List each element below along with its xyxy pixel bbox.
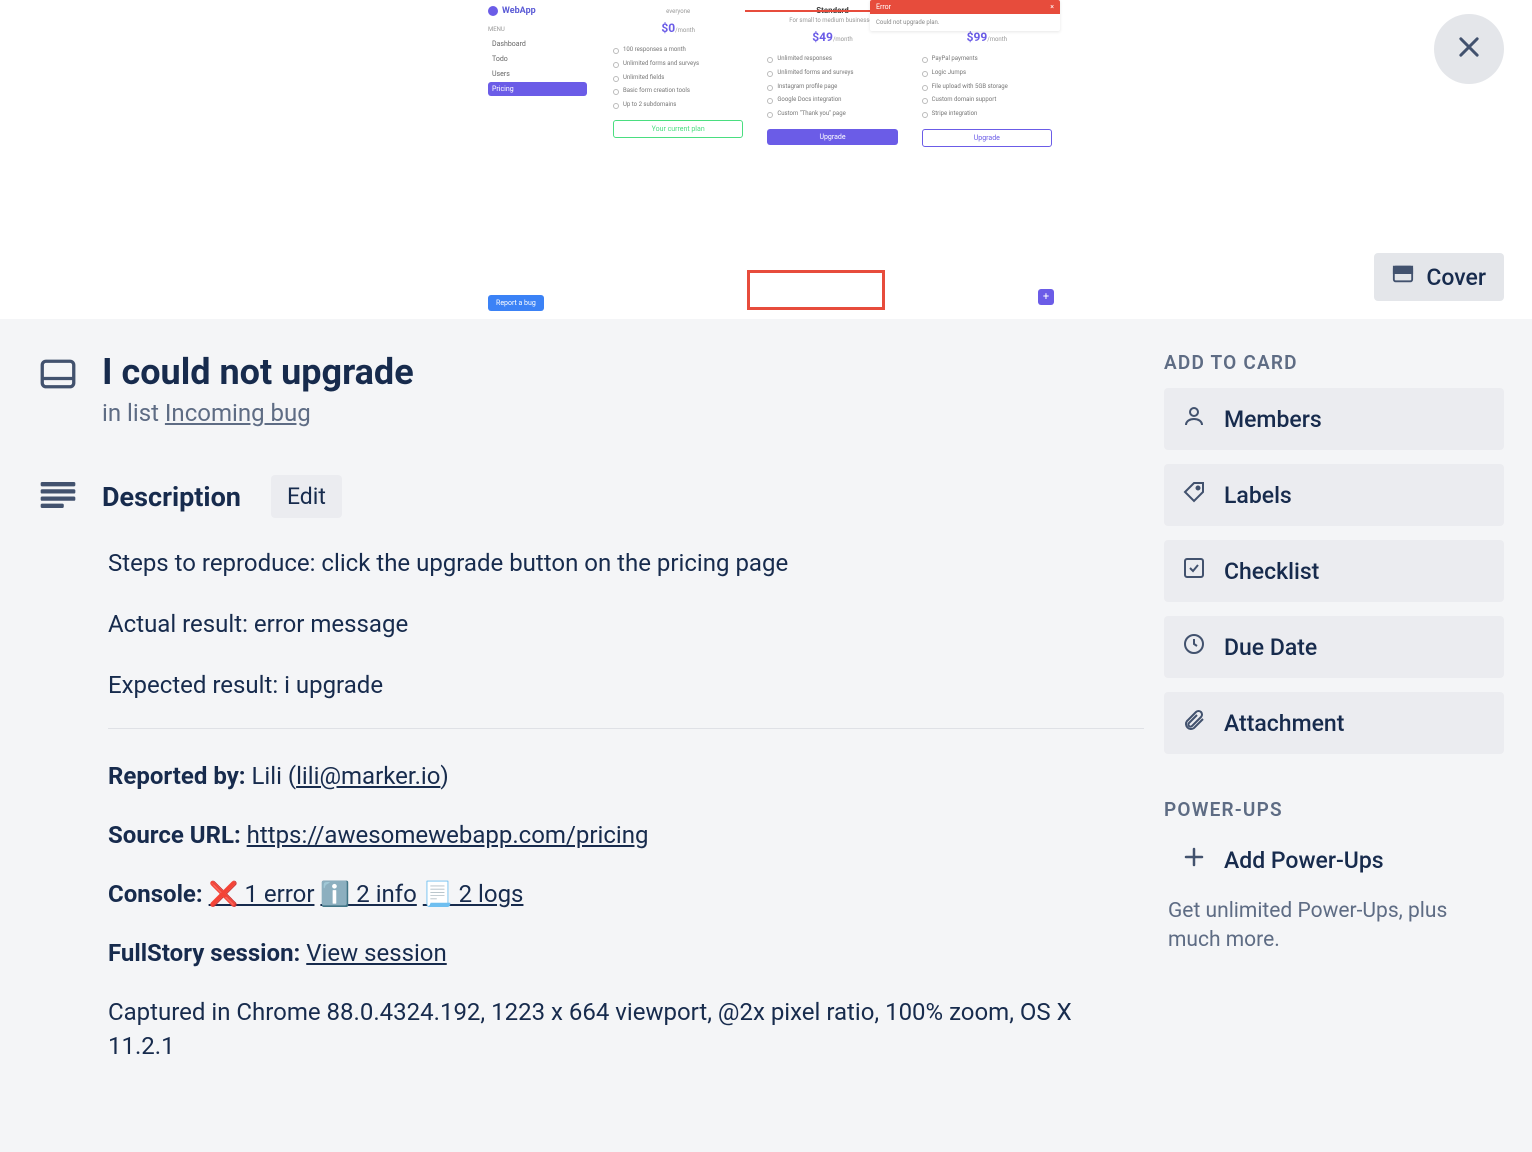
button-label: Attachment (1224, 710, 1344, 737)
button-label: Members (1224, 406, 1322, 433)
button-label: Due Date (1224, 634, 1317, 661)
paperclip-icon (1182, 708, 1206, 738)
fullstory-link[interactable]: View session (306, 939, 447, 967)
cover-button-label: Cover (1426, 264, 1486, 291)
checklist-button[interactable]: Checklist (1164, 540, 1504, 602)
labels-button[interactable]: Labels (1164, 464, 1504, 526)
card-title[interactable]: I could not upgrade (102, 351, 414, 393)
source-url-row: Source URL: https://awesomewebapp.com/pr… (108, 818, 1144, 853)
divider (108, 728, 1144, 729)
powerups-subtext: Get unlimited Power-Ups, plus much more. (1164, 897, 1504, 956)
user-icon (1182, 404, 1206, 434)
card-cover: WebApp MENU Dashboard Todo Users Pricing… (0, 0, 1532, 319)
mock-app: WebApp MENU Dashboard Todo Users Pricing… (480, 0, 1060, 319)
button-label: Checklist (1224, 558, 1319, 585)
button-label: Add Power-Ups (1224, 847, 1384, 874)
console-row: Console: ❌ 1 error ℹ️ 2 info 📃 2 logs (108, 877, 1144, 912)
console-logs-link[interactable]: 📃 2 logs (423, 880, 524, 908)
actual-result: Actual result: error message (108, 607, 1144, 642)
description-body[interactable]: Steps to reproduce: click the upgrade bu… (108, 546, 1144, 1064)
close-button[interactable] (1434, 14, 1504, 84)
console-error-link[interactable]: ❌ 1 error (209, 880, 315, 908)
due-date-button[interactable]: Due Date (1164, 616, 1504, 678)
plus-icon (1182, 845, 1206, 875)
list-link[interactable]: Incoming bug (165, 399, 311, 427)
members-button[interactable]: Members (1164, 388, 1504, 450)
cover-button[interactable]: Cover (1374, 253, 1504, 301)
captured-info: Captured in Chrome 88.0.4324.192, 1223 x… (108, 995, 1144, 1065)
fullstory-row: FullStory session: View session (108, 936, 1144, 971)
add-powerups-button[interactable]: Add Power-Ups (1164, 835, 1504, 885)
button-label: Labels (1224, 482, 1292, 509)
reported-by-row: Reported by: Lili (lili@marker.io) (108, 759, 1144, 794)
reporter-email-link[interactable]: lili@marker.io (296, 762, 440, 790)
attachment-button[interactable]: Attachment (1164, 692, 1504, 754)
edit-description-button[interactable]: Edit (271, 475, 342, 518)
clock-icon (1182, 632, 1206, 662)
cover-screenshot: WebApp MENU Dashboard Todo Users Pricing… (475, 0, 1065, 319)
powerups-heading: POWER-UPS (1164, 798, 1504, 821)
add-to-card-heading: ADD TO CARD (1164, 351, 1504, 374)
steps-to-reproduce: Steps to reproduce: click the upgrade bu… (108, 546, 1144, 581)
console-info-link[interactable]: ℹ️ 2 info (320, 880, 416, 908)
card-icon (40, 359, 76, 393)
card-list-location: in list Incoming bug (102, 399, 414, 427)
source-url-link[interactable]: https://awesomewebapp.com/pricing (247, 821, 649, 849)
checklist-icon (1182, 556, 1206, 586)
tag-icon (1182, 480, 1206, 510)
expected-result: Expected result: i upgrade (108, 668, 1144, 703)
cover-icon (1392, 263, 1414, 291)
close-icon (1455, 33, 1483, 65)
description-heading: Description (102, 481, 241, 513)
description-icon (40, 482, 76, 512)
